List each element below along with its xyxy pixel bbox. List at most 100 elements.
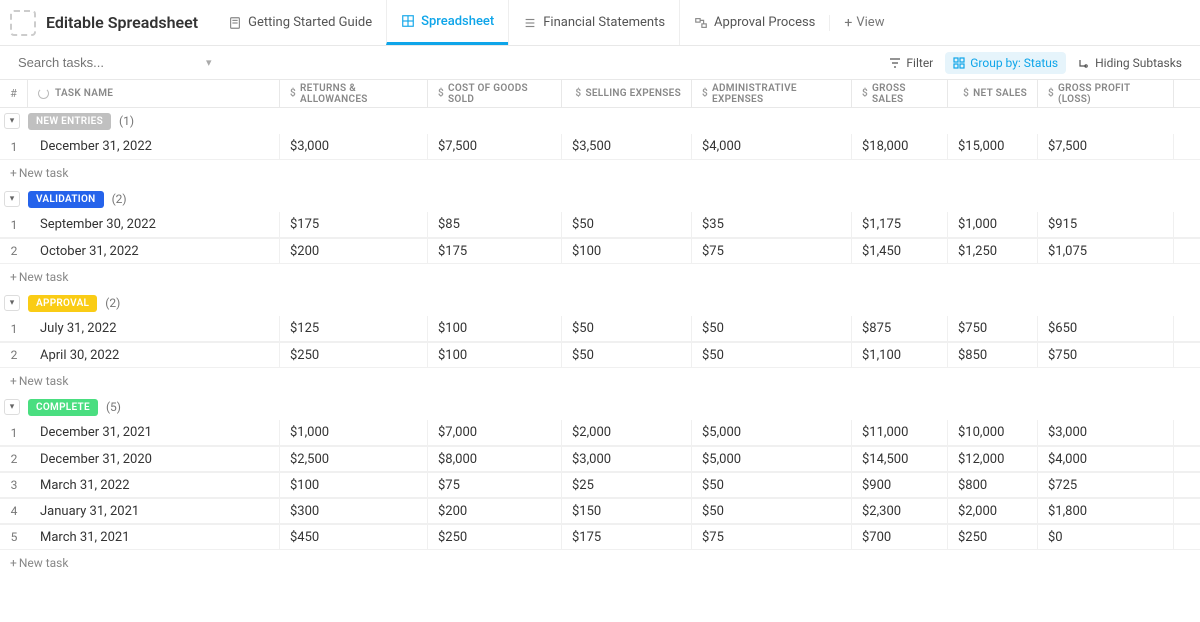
collapse-icon[interactable]: ▾ [4,113,20,129]
cell-net-sales[interactable]: $15,000 [948,134,1038,159]
cell-cogs[interactable]: $8,000 [428,447,562,471]
col-gross-profit[interactable]: $GROSS PROFIT (LOSS) [1038,80,1174,107]
cell-returns[interactable]: $100 [280,473,428,497]
cell-selling[interactable]: $175 [562,525,692,549]
cell-admin[interactable]: $75 [692,525,852,549]
cell-net-sales[interactable]: $12,000 [948,447,1038,471]
cell-admin[interactable]: $50 [692,499,852,523]
cell-net-sales[interactable]: $1,000 [948,212,1038,237]
cell-net-sales[interactable]: $800 [948,473,1038,497]
col-net-sales[interactable]: $NET SALES [948,80,1038,107]
cell-admin[interactable]: $5,000 [692,447,852,471]
cell-selling[interactable]: $25 [562,473,692,497]
table-row[interactable]: 2 December 31, 2020 $2,500 $8,000 $3,000… [0,446,1200,472]
new-task-button[interactable]: + New task [0,550,1200,576]
cell-gross-sales[interactable]: $2,300 [852,499,948,523]
cell-cogs[interactable]: $100 [428,343,562,367]
cell-net-sales[interactable]: $850 [948,343,1038,367]
new-task-button[interactable]: + New task [0,264,1200,290]
collapse-icon[interactable]: ▾ [4,399,20,415]
cell-gross-profit[interactable]: $0 [1038,525,1174,549]
task-cell[interactable]: July 31, 2022 [28,316,280,341]
cell-gross-sales[interactable]: $11,000 [852,420,948,445]
add-view-button[interactable]: + View [829,15,898,31]
status-badge[interactable]: APPROVAL [28,295,97,312]
cell-selling[interactable]: $50 [562,316,692,341]
col-task-name[interactable]: TASK NAME [28,80,280,107]
cell-cogs[interactable]: $200 [428,499,562,523]
tab-financial[interactable]: Financial Statements [508,0,679,45]
task-cell[interactable]: March 31, 2021 [28,525,280,549]
cell-returns[interactable]: $2,500 [280,447,428,471]
cell-gross-sales[interactable]: $14,500 [852,447,948,471]
task-cell[interactable]: December 31, 2020 [28,447,280,471]
tab-spreadsheet[interactable]: Spreadsheet [386,0,508,45]
collapse-icon[interactable]: ▾ [4,191,20,207]
new-task-button[interactable]: + New task [0,160,1200,186]
tab-getting-started[interactable]: Getting Started Guide [214,0,386,45]
status-badge[interactable]: NEW ENTRIES [28,113,111,130]
cell-admin[interactable]: $35 [692,212,852,237]
cell-cogs[interactable]: $175 [428,239,562,263]
cell-returns[interactable]: $300 [280,499,428,523]
cell-cogs[interactable]: $85 [428,212,562,237]
cell-gross-profit[interactable]: $3,000 [1038,420,1174,445]
cell-returns[interactable]: $175 [280,212,428,237]
cell-cogs[interactable]: $100 [428,316,562,341]
cell-gross-sales[interactable]: $700 [852,525,948,549]
cell-gross-profit[interactable]: $1,075 [1038,239,1174,263]
cell-cogs[interactable]: $75 [428,473,562,497]
cell-gross-profit[interactable]: $4,000 [1038,447,1174,471]
cell-gross-profit[interactable]: $725 [1038,473,1174,497]
cell-cogs[interactable]: $7,500 [428,134,562,159]
cell-selling[interactable]: $3,000 [562,447,692,471]
cell-net-sales[interactable]: $10,000 [948,420,1038,445]
cell-gross-profit[interactable]: $1,800 [1038,499,1174,523]
cell-admin[interactable]: $4,000 [692,134,852,159]
cell-admin[interactable]: $50 [692,473,852,497]
cell-selling[interactable]: $3,500 [562,134,692,159]
table-row[interactable]: 1 September 30, 2022 $175 $85 $50 $35 $1… [0,212,1200,238]
cell-admin[interactable]: $50 [692,316,852,341]
cell-selling[interactable]: $150 [562,499,692,523]
cell-gross-profit[interactable]: $7,500 [1038,134,1174,159]
cell-returns[interactable]: $250 [280,343,428,367]
filter-button[interactable]: Filter [881,52,941,74]
collapse-icon[interactable]: ▾ [4,295,20,311]
task-cell[interactable]: March 31, 2022 [28,473,280,497]
cell-net-sales[interactable]: $2,000 [948,499,1038,523]
cell-returns[interactable]: $450 [280,525,428,549]
cell-returns[interactable]: $3,000 [280,134,428,159]
table-row[interactable]: 1 July 31, 2022 $125 $100 $50 $50 $875 $… [0,316,1200,342]
cell-admin[interactable]: $5,000 [692,420,852,445]
col-cogs[interactable]: $COST OF GOODS SOLD [428,80,562,107]
cell-selling[interactable]: $2,000 [562,420,692,445]
cell-gross-profit[interactable]: $750 [1038,343,1174,367]
task-cell[interactable]: December 31, 2022 [28,134,280,159]
task-cell[interactable]: December 31, 2021 [28,420,280,445]
cell-selling[interactable]: $50 [562,343,692,367]
cell-gross-sales[interactable]: $18,000 [852,134,948,159]
col-selling-exp[interactable]: $SELLING EXPENSES [562,80,692,107]
cell-gross-profit[interactable]: $915 [1038,212,1174,237]
table-row[interactable]: 4 January 31, 2021 $300 $200 $150 $50 $2… [0,498,1200,524]
cell-returns[interactable]: $200 [280,239,428,263]
cell-net-sales[interactable]: $250 [948,525,1038,549]
cell-gross-sales[interactable]: $1,450 [852,239,948,263]
cell-selling[interactable]: $50 [562,212,692,237]
cell-gross-sales[interactable]: $875 [852,316,948,341]
col-gross-sales[interactable]: $GROSS SALES [852,80,948,107]
task-cell[interactable]: January 31, 2021 [28,499,280,523]
col-admin-exp[interactable]: $ADMINISTRATIVE EXPENSES [692,80,852,107]
cell-net-sales[interactable]: $750 [948,316,1038,341]
cell-gross-sales[interactable]: $1,175 [852,212,948,237]
table-row[interactable]: 2 April 30, 2022 $250 $100 $50 $50 $1,10… [0,342,1200,368]
table-row[interactable]: 1 December 31, 2021 $1,000 $7,000 $2,000… [0,420,1200,446]
col-returns-allowances[interactable]: $RETURNS & ALLOWANCES [280,80,428,107]
cell-cogs[interactable]: $7,000 [428,420,562,445]
task-cell[interactable]: April 30, 2022 [28,343,280,367]
cell-cogs[interactable]: $250 [428,525,562,549]
task-cell[interactable]: October 31, 2022 [28,239,280,263]
group-by-button[interactable]: Group by: Status [945,52,1066,74]
cell-admin[interactable]: $75 [692,239,852,263]
